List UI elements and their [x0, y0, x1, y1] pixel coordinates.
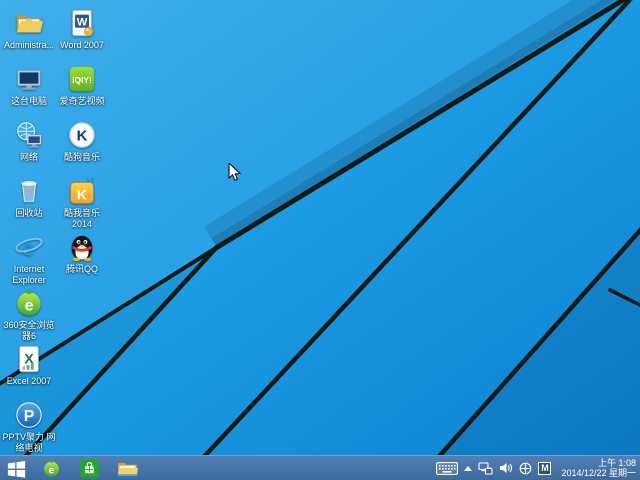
taskbar: e — [0, 455, 640, 480]
ime-mode-label: M — [538, 462, 551, 475]
svg-text:e: e — [48, 465, 54, 476]
network-status-icon[interactable] — [478, 456, 493, 480]
ime-indicator[interactable]: M — [538, 456, 551, 480]
desktop-icon-kugou[interactable]: K 酷狗音乐 — [54, 120, 110, 176]
desktop-icon-label: 回收站 — [1, 208, 57, 219]
svg-text:K: K — [77, 186, 88, 202]
desktop-icon-word-2007[interactable]: W Word 2007 — [54, 8, 110, 64]
recycle-bin-icon — [14, 176, 44, 206]
taskbar-360-browser-button[interactable]: e — [32, 456, 70, 480]
desktop-icon-qq[interactable]: 腾讯QQ — [54, 232, 110, 288]
360-browser-icon: e — [14, 288, 44, 318]
mouse-cursor — [228, 163, 242, 183]
windows-logo-icon — [7, 459, 26, 478]
desktop-icon-network[interactable]: 网络 — [1, 120, 57, 176]
system-tray: M 上午 1:08 2014/12/22 星期一 — [436, 456, 640, 480]
desktop-icon-label: 360安全浏览器6 — [1, 320, 57, 342]
iqiyi-icon: iQIY! — [67, 64, 97, 94]
desktop-icon-label: 腾讯QQ — [54, 264, 110, 275]
desktop-icon-label: 网络 — [1, 152, 57, 163]
taskbar-windows-store-button[interactable] — [70, 456, 108, 480]
desktop-icon-label: Administra... — [1, 40, 57, 51]
desktop-icon-recycle-bin[interactable]: 回收站 — [1, 176, 57, 232]
chevron-up-icon — [464, 466, 472, 471]
show-hidden-icons-button[interactable] — [464, 456, 472, 480]
file-explorer-icon — [117, 460, 138, 477]
taskbar-file-explorer-button[interactable] — [108, 456, 146, 480]
kugou-icon: K — [67, 120, 97, 150]
network-globe-icon — [14, 120, 44, 150]
desktop-icon-kuwo[interactable]: ♪ ♪ K 酷我音乐 2014 — [54, 176, 110, 232]
volume-icon[interactable] — [499, 456, 513, 480]
qq-penguin-icon — [67, 232, 97, 262]
svg-text:e: e — [25, 298, 34, 315]
start-button[interactable] — [0, 456, 32, 480]
windows-store-icon — [80, 459, 99, 478]
desktop-icon-pptv[interactable]: P PPTV聚力 网络电视 — [1, 400, 57, 455]
svg-text:P: P — [24, 408, 35, 425]
desktop-icon-label: 酷狗音乐 — [54, 152, 110, 163]
desktop-icon-label: Excel 2007 — [1, 376, 57, 387]
desktop-icon-label: 爱奇艺视频 — [54, 96, 110, 107]
desktop-surface[interactable]: Administra... 这台电脑 — [0, 0, 640, 455]
desktop-icon-360-browser[interactable]: e 360安全浏览器6 — [1, 288, 57, 344]
clock-date: 2014/12/22 星期一 — [561, 468, 636, 478]
pptv-icon: P — [14, 400, 44, 430]
user-folder-icon — [14, 8, 44, 38]
computer-icon — [14, 64, 44, 94]
clock-time: 上午 1:08 — [561, 458, 636, 468]
desktop-icon-label: 这台电脑 — [1, 96, 57, 107]
kuwo-icon: ♪ ♪ K — [67, 176, 97, 206]
desktop-icon-administrator[interactable]: Administra... — [1, 8, 57, 64]
svg-text:K: K — [77, 128, 88, 145]
desktop-icon-label: Internet Explorer — [1, 264, 57, 286]
svg-text:W: W — [77, 16, 88, 28]
360-browser-icon: e — [42, 459, 61, 478]
desktop-icon-label: PPTV聚力 网络电视 — [1, 432, 57, 454]
desktop-icon-excel-2007[interactable]: X Excel 2007 — [1, 344, 57, 400]
desktop-icon-internet-explorer[interactable]: e Internet Explorer — [1, 232, 57, 288]
svg-text:iQIY!: iQIY! — [72, 75, 92, 85]
desktop-icon-iqiyi[interactable]: iQIY! 爱奇艺视频 — [54, 64, 110, 120]
desktop-icon-label: Word 2007 — [54, 40, 110, 51]
touch-keyboard-icon[interactable] — [436, 456, 458, 480]
desktop-icon-this-pc[interactable]: 这台电脑 — [1, 64, 57, 120]
excel-icon: X — [14, 344, 44, 374]
language-globe-icon[interactable] — [519, 456, 532, 480]
desktop-icon-label: 酷我音乐 2014 — [54, 208, 110, 230]
taskbar-clock[interactable]: 上午 1:08 2014/12/22 星期一 — [557, 458, 636, 478]
ie-icon: e — [14, 232, 44, 262]
word-icon: W — [67, 8, 97, 38]
desktop-icon-column-2: W Word 2007 iQIY! 爱奇艺视频 — [54, 8, 110, 288]
desktop-icon-column-1: Administra... 这台电脑 — [1, 8, 57, 455]
